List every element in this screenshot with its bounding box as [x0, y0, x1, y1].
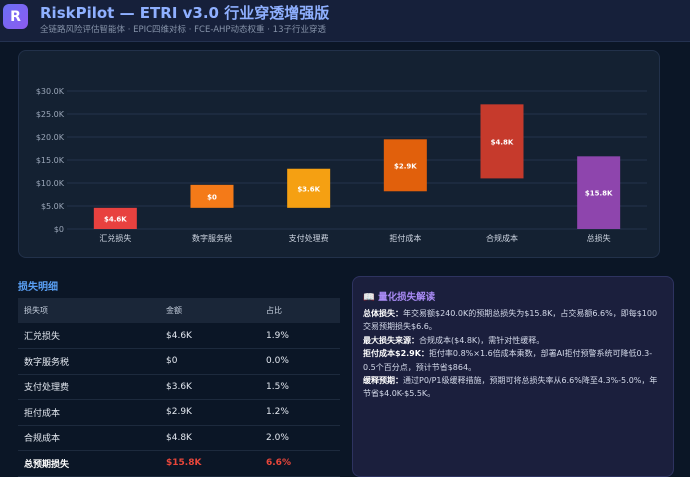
insight-title-text: 量化损失解读: [378, 292, 436, 303]
app-logo: R: [3, 4, 28, 29]
header-share: 占比: [266, 306, 282, 315]
row-amount: $4.8K: [160, 425, 260, 451]
waterfall-chart: $0 $5.0K $10.0K $15.0K $20.0K $25.0K $30.0K $4.…: [36, 87, 647, 243]
x-category-label: 数字服务税: [192, 233, 232, 243]
total-share: 6.6%: [260, 450, 340, 477]
row-share: 1.2%: [260, 399, 340, 426]
insight-title: 📖 量化损失解读: [363, 289, 435, 303]
y-tick-label: $20.0K: [36, 133, 65, 142]
insight-paragraph: 总体损失：年交易额$240.0K的预期总损失为$15.8K，占交易额6.6%，即…: [363, 307, 663, 334]
row-item: 汇兑损失: [18, 323, 160, 349]
table-row: 拒付成本 $2.9K 1.2%: [18, 399, 340, 426]
insight-card: 📖 量化损失解读 总体损失：年交易额$240.0K的预期总损失为$15.8K，占…: [352, 276, 674, 477]
row-share: 2.0%: [260, 425, 340, 451]
app-subtitle: 全链路风险评估智能体 · EPIC四维对标 · FCE-AHP动态权重 · 13…: [40, 25, 326, 35]
section-title-loss-detail: 损失明细: [18, 282, 58, 293]
insight-text: 通过P0/P1级缓释措施，预期可将总损失率从6.6%降至4.3%-5.0%，年节…: [363, 376, 658, 399]
bar-value-label: $4.6K: [104, 215, 127, 223]
row-amount: $0: [160, 348, 260, 375]
y-tick-label: $15.0K: [36, 156, 65, 165]
bar-value-label: $2.9K: [394, 162, 417, 170]
row-share: 0.0%: [260, 348, 340, 375]
insight-label: 拒付成本$2.9K：: [363, 349, 429, 359]
row-amount: $3.6K: [160, 374, 260, 400]
row-item: 支付处理费: [18, 374, 160, 400]
row-item: 数字服务税: [18, 348, 160, 375]
insight-label: 缓释预期：: [363, 376, 403, 386]
insight-label: 最大损失来源：: [363, 335, 419, 345]
x-category-label: 支付处理费: [289, 233, 329, 243]
y-tick-label: $0: [54, 225, 64, 234]
book-icon: 📖: [363, 292, 375, 303]
bar-value-label: $0: [207, 193, 217, 201]
table-header-row: 损失项 金额 占比: [18, 298, 340, 323]
y-tick-label: $30.0K: [36, 87, 65, 96]
y-tick-label: $5.0K: [41, 202, 65, 211]
insight-paragraph: 拒付成本$2.9K：拒付率0.8%×1.6倍成本乘数，部署AI拒付预警系统可降低…: [363, 347, 663, 374]
insight-label: 总体损失：: [363, 309, 403, 318]
y-tick-label: $10.0K: [36, 179, 65, 188]
table-total-row: 总预期损失 $15.8K 6.6%: [18, 450, 340, 477]
app-title: RiskPilot — ETRI v3.0 行业穿透增强版: [40, 4, 330, 22]
insight-paragraph: 最大损失来源：合规成本($4.8K)，需针对性缓释。: [363, 334, 663, 347]
total-amount: $15.8K: [160, 450, 260, 477]
table-row: 汇兑损失 $4.6K 1.9%: [18, 323, 340, 349]
bar-value-label: $3.6K: [297, 185, 320, 193]
insight-text: 年交易额$240.0K的预期总损失为$15.8K，占交易额6.6%，即每$100…: [363, 309, 658, 332]
x-category-label: 拒付成本: [389, 233, 421, 243]
loss-detail-table: 损失项 金额 占比 汇兑损失 $4.6K 1.9% 数字服务税 $0 0.0% …: [18, 298, 340, 477]
header-item: 损失项: [24, 306, 48, 315]
row-share: 1.9%: [260, 323, 340, 349]
row-amount: $2.9K: [160, 399, 260, 426]
total-item: 总预期损失: [18, 450, 160, 477]
row-share: 1.5%: [260, 374, 340, 400]
waterfall-chart-card: $0 $5.0K $10.0K $15.0K $20.0K $25.0K $30.0K $4.…: [18, 50, 660, 258]
header-amount: 金额: [166, 306, 182, 315]
table-row: 支付处理费 $3.6K 1.5%: [18, 374, 340, 400]
x-category-label: 总损失: [587, 233, 611, 243]
app-header: R RiskPilot — ETRI v3.0 行业穿透增强版 全链路风险评估智…: [0, 0, 690, 42]
bar-value-label: $15.8K: [585, 190, 613, 198]
bar-value-label: $4.8K: [491, 138, 514, 146]
insight-text: 合规成本($4.8K)，需针对性缓释。: [419, 335, 545, 345]
row-item: 拒付成本: [18, 399, 160, 426]
y-tick-label: $25.0K: [36, 110, 65, 119]
table-row: 合规成本 $4.8K 2.0%: [18, 425, 340, 451]
x-category-label: 汇兑损失: [99, 233, 131, 243]
loss-detail-table-wrap: 损失项 金额 占比 汇兑损失 $4.6K 1.9% 数字服务税 $0 0.0% …: [18, 298, 340, 477]
x-category-label: 合规成本: [486, 233, 518, 243]
insight-body: 总体损失：年交易额$240.0K的预期总损失为$15.8K，占交易额6.6%，即…: [363, 307, 663, 401]
row-amount: $4.6K: [160, 323, 260, 349]
row-item: 合规成本: [18, 425, 160, 451]
table-row: 数字服务税 $0 0.0%: [18, 348, 340, 375]
insight-paragraph: 缓释预期：通过P0/P1级缓释措施，预期可将总损失率从6.6%降至4.3%-5.…: [363, 374, 663, 401]
